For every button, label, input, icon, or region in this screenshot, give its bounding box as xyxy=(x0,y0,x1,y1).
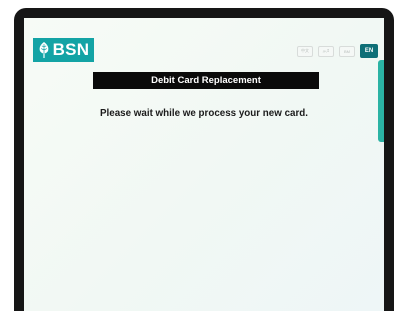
bsn-logo: BSN xyxy=(33,38,94,62)
language-option-chinese[interactable]: 中文 xyxy=(297,45,313,57)
language-option-tamil[interactable]: தமி xyxy=(318,45,334,57)
tree-leaf-icon xyxy=(39,42,48,58)
processing-message: Please wait while we process your new ca… xyxy=(100,108,308,119)
side-accent-bar xyxy=(378,60,384,142)
language-selector: 中文 தமி BM EN xyxy=(297,44,378,58)
page-title: Debit Card Replacement xyxy=(93,72,319,89)
kiosk-device-frame: BSN 中文 தமி BM EN Debit Card Replacement … xyxy=(14,8,394,311)
kiosk-screen: BSN 中文 தமி BM EN Debit Card Replacement … xyxy=(24,18,384,311)
language-option-english[interactable]: EN xyxy=(360,44,378,58)
language-option-malay[interactable]: BM xyxy=(339,45,355,57)
brand-name: BSN xyxy=(52,40,90,59)
